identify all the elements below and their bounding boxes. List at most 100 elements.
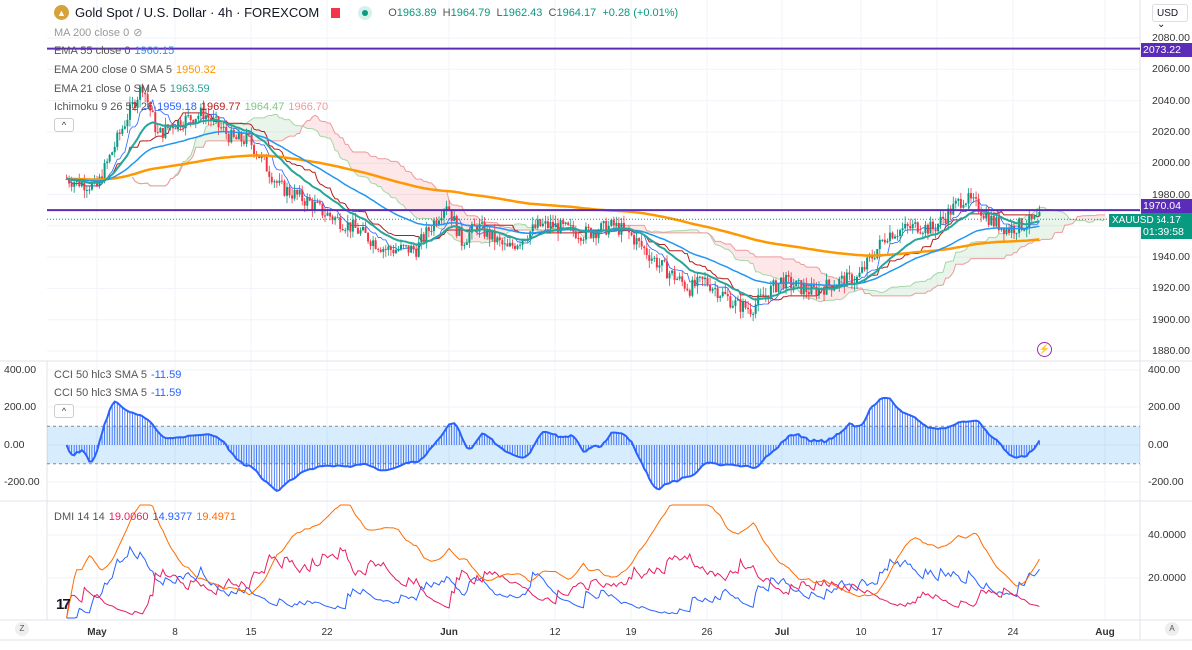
legend-ema200[interactable]: EMA 200 close 0 SMA 5 1950.32 (54, 64, 216, 76)
time-label: 8 (172, 627, 178, 638)
candle-body (876, 249, 879, 259)
flag-icon[interactable] (331, 7, 341, 18)
candle-body (521, 240, 524, 245)
candle-body (387, 246, 390, 250)
candle-body (848, 272, 851, 275)
candle-body (554, 223, 557, 228)
hidden-eye-icon[interactable]: ⊘ (133, 27, 142, 39)
market-status-icon[interactable] (358, 5, 373, 20)
candle-body (731, 305, 734, 308)
price-tick: 1880.00 (1152, 345, 1190, 357)
ichimoku-cloud-segment (917, 281, 921, 294)
ichimoku-cloud-segment (276, 114, 280, 141)
candle-body (156, 132, 159, 134)
candle-body (666, 261, 668, 279)
ichimoku-cloud-segment (634, 225, 637, 231)
ichimoku-cloud-segment (327, 122, 331, 139)
candle-body (840, 275, 843, 279)
candle-body (298, 189, 301, 195)
legend-ema21[interactable]: EMA 21 close 0 SMA 5 1963.59 (54, 83, 210, 95)
ichimoku-cloud-segment (1054, 210, 1058, 233)
candle-body (957, 199, 960, 201)
candle-body (362, 226, 364, 231)
candle-body (954, 200, 957, 204)
legend-cci-1[interactable]: CCI 50 hlc3 SMA 5 -11.59 (54, 369, 181, 381)
ichimoku-cloud-segment (423, 181, 427, 219)
price-tick: 2060.00 (1152, 63, 1190, 76)
tradingview-logo[interactable]: 17 (56, 596, 71, 613)
candle-body (106, 161, 109, 164)
candle-body (635, 238, 638, 245)
candle-body (709, 284, 712, 291)
candle-body (906, 223, 909, 227)
ichimoku-cloud-segment (406, 171, 409, 211)
legend-cci-2[interactable]: CCI 50 hlc3 SMA 5 -11.59 (54, 387, 181, 399)
cci-tick: 200.00 (1148, 401, 1181, 413)
price-tick: 2040.00 (1152, 94, 1190, 107)
symbol-title[interactable]: Gold Spot / U.S. Dollar · 4h · FOREXCOM (75, 5, 319, 20)
candle-body (1018, 218, 1021, 234)
collapse-cci-legend-button[interactable]: ^ (54, 404, 74, 418)
candle-body (501, 240, 504, 245)
candle-body (369, 241, 372, 247)
candle-body (265, 156, 268, 172)
candle-body (240, 132, 243, 142)
candle-body (866, 257, 869, 270)
time-label: 12 (549, 627, 561, 638)
candle-body (397, 249, 400, 251)
candle-body (541, 223, 544, 227)
candle-body (777, 282, 780, 292)
candle-body (605, 221, 608, 235)
candle-body (995, 217, 998, 227)
time-label: Jun (440, 627, 458, 638)
candle-body (237, 132, 240, 140)
candle-body (894, 236, 896, 239)
ichimoku-cloud-segment (938, 272, 941, 286)
candle-body (275, 181, 278, 183)
candle-body (235, 136, 238, 140)
candle-body (696, 276, 699, 287)
legend-ema55[interactable]: EMA 55 close 0 1960.15 (54, 45, 174, 57)
candle-body (970, 193, 972, 199)
candle-body (374, 240, 377, 249)
candle-body (916, 222, 919, 233)
legend-ma200[interactable]: MA 200 close 0 ⊘ (54, 26, 142, 39)
ohlc-values: O1963.89 H1964.79 L1962.43 C1964.17 +0.2… (388, 6, 679, 19)
collapse-legend-button[interactable]: ^ (54, 118, 74, 132)
auto-scale-button[interactable]: A (1165, 622, 1179, 636)
ichimoku-cloud-segment (905, 286, 908, 296)
ichimoku-cloud-segment (920, 281, 923, 294)
ichimoku-cloud-segment (281, 117, 285, 141)
candle-body (207, 115, 210, 119)
ichimoku-cloud-segment (900, 286, 903, 296)
candle-body (812, 284, 815, 287)
chart-canvas[interactable] (0, 0, 1192, 650)
candle-body (706, 277, 709, 285)
legend-dmi[interactable]: DMI 14 14 19.0060 14.9377 19.4971 (54, 511, 236, 523)
candle-body (990, 215, 993, 225)
candle-body (650, 258, 653, 261)
ichimoku-cloud-segment (872, 290, 875, 296)
cci-tick: -200.00 (1148, 476, 1184, 488)
cci-tick: -200.00 (4, 476, 40, 488)
ichimoku-cloud-segment (517, 223, 521, 231)
candle-body (886, 241, 889, 243)
candle-body (888, 232, 891, 242)
candle-body (222, 126, 225, 128)
ichimoku-cloud-segment (274, 114, 277, 141)
candle-body (686, 288, 689, 291)
candle-body (559, 220, 562, 234)
cci-tick: 0.00 (4, 439, 25, 451)
candle-body (187, 115, 190, 117)
candle-body (1038, 212, 1041, 217)
candle-body (318, 202, 321, 204)
currency-select[interactable]: USD ⌄ (1152, 4, 1188, 30)
ichimoku-cloud-segment (745, 250, 749, 261)
candle-body (881, 239, 884, 241)
ichimoku-cloud-segment (773, 256, 776, 278)
candle-body (288, 187, 291, 196)
cci-tick: 400.00 (4, 364, 37, 376)
zoom-button[interactable]: Z (15, 622, 29, 636)
lightning-event-icon[interactable]: ⚡ (1037, 342, 1052, 357)
legend-ichimoku[interactable]: Ichimoku 9 26 52 26 1959.18 1969.77 1964.47… (54, 101, 328, 113)
